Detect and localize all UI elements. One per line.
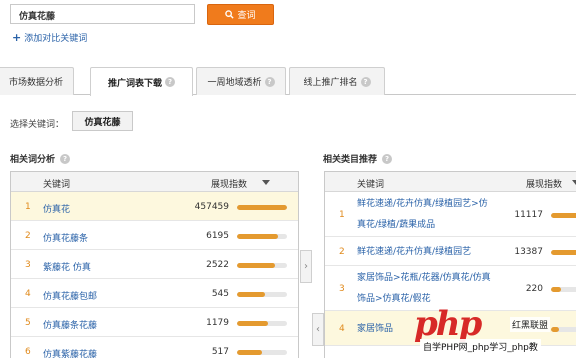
row-rank: 6: [25, 347, 31, 357]
watermark-site-name: 红黑联盟: [510, 317, 551, 332]
row-index-value: 545: [211, 289, 229, 299]
selected-keyword-chip[interactable]: 仿真花藤: [72, 111, 133, 131]
row-rank: 1: [25, 202, 31, 212]
related-words-title: 相关词分析 ?: [10, 152, 71, 165]
row-rank: 2: [25, 231, 31, 241]
col-index-header[interactable]: 展现指数: [526, 177, 562, 190]
prev-arrow-button[interactable]: ‹: [312, 313, 324, 346]
row-index-value: 457459: [194, 202, 229, 212]
tab-market-analysis[interactable]: 市场数据分析: [0, 67, 74, 95]
row-index-bar-fill: [551, 213, 576, 218]
table-header: 关键词 展现指数: [11, 172, 298, 192]
row-index-bar-fill: [237, 263, 275, 268]
row-keyword[interactable]: 仿真花藤包邮: [43, 289, 97, 302]
row-index-bar: [237, 205, 287, 210]
row-index-bar: [551, 213, 576, 218]
search-icon: [225, 10, 235, 19]
row-index-bar: [237, 321, 287, 326]
table-body: 1 仿真花 457459 2 仿真花藤条 6195 3 紫藤花 仿真 2522 4 仿真花藤包邮 54…: [11, 192, 298, 358]
watermark-logo: php: [414, 304, 482, 344]
add-compare-label: 添加对比关键词: [24, 34, 88, 44]
row-index-bar-fill: [237, 321, 268, 326]
row-keyword[interactable]: 紫藤花 仿真: [43, 260, 91, 273]
tab-weekly-region[interactable]: 一周地域透析 ?: [196, 67, 286, 95]
row-rank: 3: [339, 284, 345, 294]
row-index-bar-fill: [237, 350, 262, 355]
row-index-bar-fill: [237, 205, 287, 210]
row-index-value: 517: [211, 347, 229, 357]
table-header: 关键词 展现指数: [325, 172, 576, 192]
add-compare-keyword-link[interactable]: + 添加对比关键词: [12, 31, 87, 44]
table-row[interactable]: 6 仿真紫藤花藤 517: [11, 337, 298, 358]
row-index-value: 220: [525, 284, 543, 294]
table-row[interactable]: 1 鲜花速递/花卉仿真/绿植园艺>仿 真花/绿植/蔬果成品 11117: [325, 192, 576, 237]
row-rank: 3: [25, 260, 31, 270]
tab-label: 线上推广排名: [303, 78, 358, 88]
row-index-bar: [551, 287, 576, 292]
help-icon[interactable]: ?: [264, 76, 275, 87]
related-category-title: 相关类目推荐 ?: [323, 152, 393, 165]
tab-bar: 市场数据分析 推广词表下载 ? 一周地域透析 ? 线上推广排名 ?: [0, 67, 576, 96]
row-index-bar-fill: [237, 292, 265, 297]
row-index-value: 6195: [206, 231, 229, 241]
row-rank: 2: [339, 247, 345, 257]
select-keyword-label: 选择关键词：: [10, 120, 65, 130]
related-words-table: 关键词 展现指数 1 仿真花 457459 2 仿真花藤条 6195 3 紫藤花 仿真 2522…: [10, 171, 299, 358]
sort-desc-icon[interactable]: [572, 180, 576, 185]
chevron-left-icon: ‹: [316, 324, 320, 335]
table-row[interactable]: 2 仿真花藤条 6195: [11, 221, 298, 250]
row-keyword[interactable]: 仿真花: [43, 202, 70, 215]
table-row[interactable]: 1 仿真花 457459: [11, 192, 298, 221]
watermark: php 红黑联盟 自学PHP网_php学习_php教: [410, 304, 576, 358]
row-index-bar: [237, 234, 287, 239]
tab-online-ranking[interactable]: 线上推广排名 ?: [289, 67, 385, 95]
help-icon[interactable]: ?: [60, 153, 71, 164]
tab-label: 市场数据分析: [8, 78, 63, 88]
table-row[interactable]: 3 紫藤花 仿真 2522: [11, 250, 298, 279]
chevron-right-icon: ›: [304, 261, 308, 272]
row-keyword[interactable]: 仿真花藤条: [43, 231, 88, 244]
tab-keyword-download[interactable]: 推广词表下载 ?: [90, 67, 193, 96]
row-index-bar-fill: [237, 234, 278, 239]
help-icon[interactable]: ?: [165, 77, 175, 87]
search-input[interactable]: 仿真花藤: [10, 4, 195, 24]
section-title-label: 相关词分析: [10, 155, 56, 165]
row-index-value: 13387: [514, 247, 543, 257]
col-index-header[interactable]: 展现指数: [211, 177, 247, 190]
row-rank: 4: [25, 289, 31, 299]
next-arrow-button[interactable]: ›: [300, 250, 312, 283]
row-index-bar: [237, 263, 287, 268]
row-index-bar: [551, 250, 576, 255]
col-keyword-header: 关键词: [357, 180, 385, 190]
table-row[interactable]: 5 仿真藤条花藤 1179: [11, 308, 298, 337]
tab-label: 推广词表下载: [107, 78, 162, 89]
row-index-value: 1179: [206, 318, 229, 328]
row-index-bar-fill: [551, 287, 561, 292]
row-index-bar: [237, 292, 287, 297]
help-icon[interactable]: ?: [382, 153, 393, 164]
watermark-caption: 自学PHP网_php学习_php教: [420, 339, 541, 354]
row-keyword[interactable]: 仿真藤条花藤: [43, 318, 97, 331]
row-keyword[interactable]: 仿真紫藤花藤: [43, 347, 97, 358]
row-index-value: 2522: [206, 260, 229, 270]
col-keyword-header: 关键词: [43, 180, 71, 190]
row-index-bar: [237, 350, 287, 355]
plus-icon: +: [12, 31, 22, 44]
row-rank: 5: [25, 318, 31, 328]
tab-label: 一周地域透析: [207, 78, 262, 88]
section-title-label: 相关类目推荐: [323, 155, 378, 165]
help-icon[interactable]: ?: [360, 76, 371, 87]
row-rank: 4: [339, 324, 345, 334]
sort-desc-icon[interactable]: [262, 180, 270, 185]
table-row[interactable]: 2 鲜花速递/花卉仿真/绿植园艺 13387: [325, 237, 576, 266]
row-index-value: 11117: [514, 210, 543, 220]
row-rank: 1: [339, 210, 345, 220]
search-button-label: 查词: [237, 11, 256, 21]
table-row[interactable]: 4 仿真花藤包邮 545: [11, 279, 298, 308]
search-button[interactable]: 查词: [207, 4, 274, 25]
row-index-bar-fill: [551, 250, 576, 255]
